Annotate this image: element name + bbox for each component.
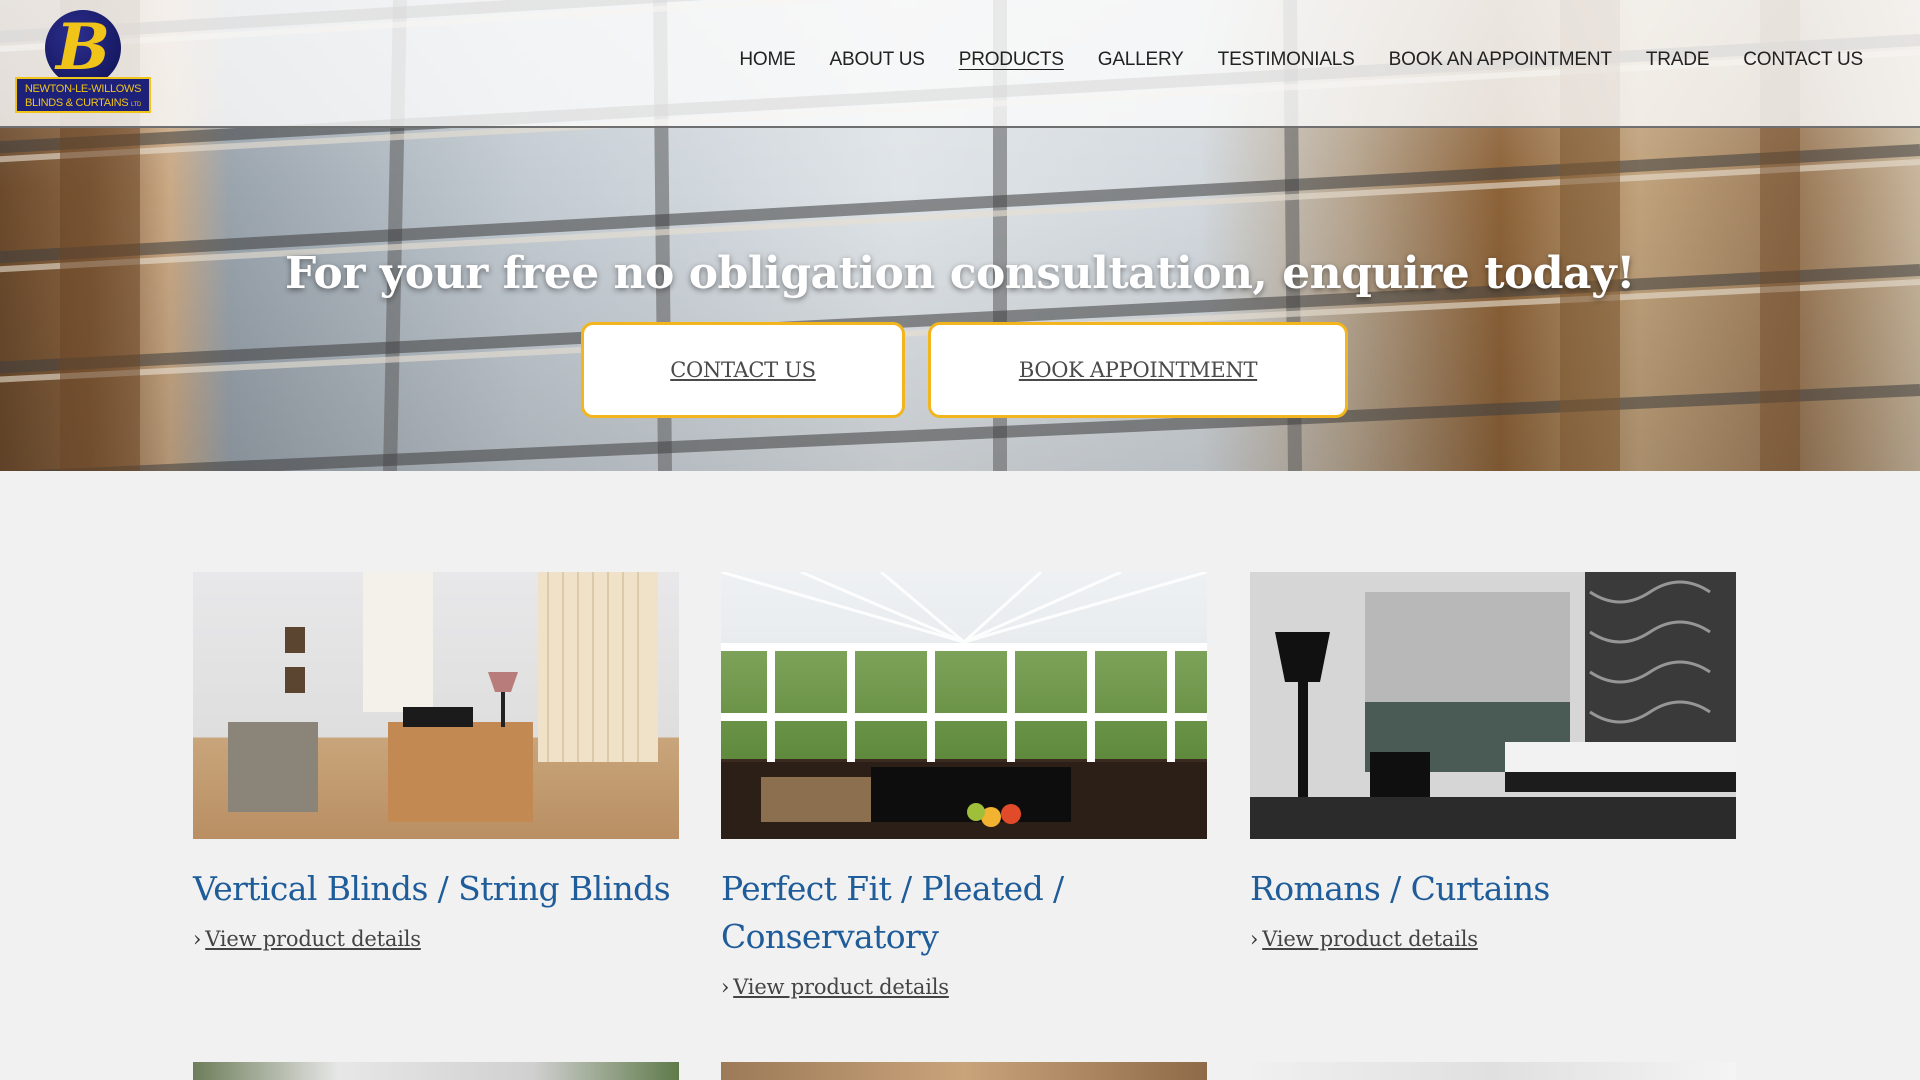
product-title[interactable]: Romans / Curtains [1250, 865, 1736, 913]
logo-monogram: B [45, 10, 121, 86]
logo-line1: NEWTON-LE-WILLOWS [24, 83, 142, 95]
main-nav: HOME ABOUT US PRODUCTS GALLERY TESTIMONI… [705, 49, 1863, 71]
nav-trade[interactable]: TRADE [1646, 49, 1710, 71]
book-appointment-button[interactable]: BOOK APPOINTMENT [928, 322, 1348, 418]
product-image-conservatory[interactable] [721, 572, 1207, 839]
hero-heading: For your free no obligation consultation… [285, 248, 1635, 299]
logo-plate: NEWTON-LE-WILLOWS BLINDS & CURTAINS LTD [15, 77, 151, 113]
product-title[interactable]: Vertical Blinds / String Blinds [193, 865, 679, 913]
living-room-illustration [228, 572, 658, 822]
link-label: View product details [733, 975, 949, 999]
nav-gallery[interactable]: GALLERY [1098, 49, 1184, 71]
header-navbar: B NEWTON-LE-WILLOWS BLINDS & CURTAINS LT… [0, 0, 1920, 128]
product-title[interactable]: Perfect Fit / Pleated / Conservatory [721, 865, 1207, 961]
view-product-details-link[interactable]: › View product details [193, 927, 679, 951]
product-card-vertical-blinds: Vertical Blinds / String Blinds › View pr… [193, 572, 679, 951]
nav-book-an-appointment[interactable]: BOOK AN APPOINTMENT [1389, 49, 1612, 71]
product-image-living-room[interactable] [193, 572, 679, 839]
view-product-details-link[interactable]: › View product details [1250, 927, 1736, 951]
product-image-peek[interactable] [721, 1062, 1207, 1080]
product-image-peek[interactable] [193, 1062, 679, 1080]
logo-line2: BLINDS & CURTAINS LTD [17, 96, 149, 112]
logo-line2-text: BLINDS & CURTAINS [24, 97, 129, 109]
link-label: View product details [1262, 927, 1478, 951]
chevron-right-icon: › [721, 975, 730, 999]
chevron-right-icon: › [1250, 927, 1259, 951]
link-label: View product details [205, 927, 421, 951]
bedroom-illustration [1250, 572, 1736, 839]
product-card-perfect-fit: Perfect Fit / Pleated / Conservatory › Vi… [721, 572, 1207, 999]
product-card-romans-curtains: Romans / Curtains › View product details [1250, 572, 1736, 951]
contact-us-button[interactable]: CONTACT US [581, 322, 905, 418]
nav-contact-us[interactable]: CONTACT US [1743, 49, 1863, 71]
logo-suffix: LTD [131, 102, 142, 108]
conservatory-illustration [721, 572, 1207, 839]
nav-testimonials[interactable]: TESTIMONIALS [1218, 49, 1355, 71]
nav-about-us[interactable]: ABOUT US [830, 49, 925, 71]
nav-home[interactable]: HOME [739, 49, 795, 71]
product-image-bedroom[interactable] [1250, 572, 1736, 839]
chevron-right-icon: › [193, 927, 202, 951]
nav-products[interactable]: PRODUCTS [959, 49, 1064, 71]
view-product-details-link[interactable]: › View product details [721, 975, 1207, 999]
brand-logo[interactable]: B NEWTON-LE-WILLOWS BLINDS & CURTAINS LT… [15, 10, 151, 113]
product-image-peek[interactable] [1250, 1062, 1736, 1080]
